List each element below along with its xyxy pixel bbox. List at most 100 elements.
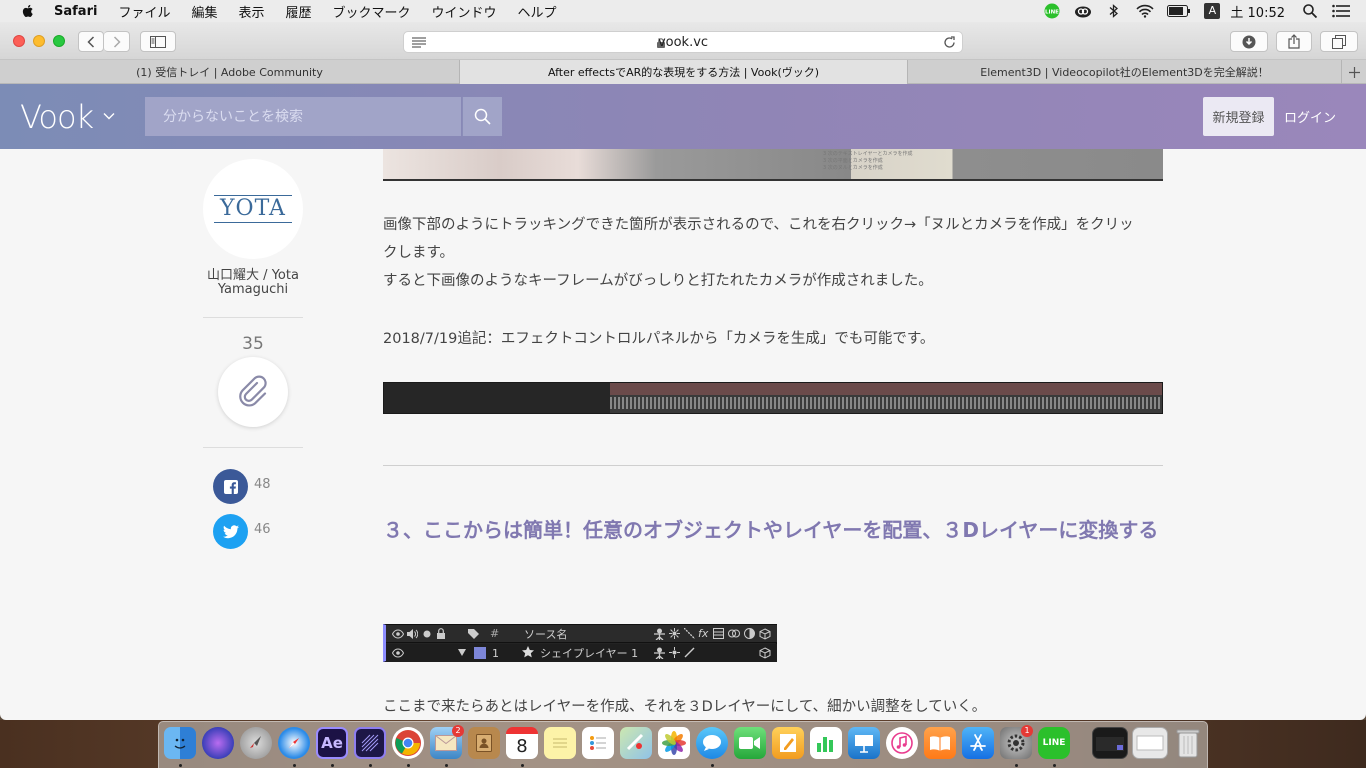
menu-clock[interactable]: 土 10:52 bbox=[1230, 2, 1285, 21]
signup-button[interactable]: 新規登録 bbox=[1203, 97, 1274, 136]
author-avatar[interactable]: YOTA bbox=[203, 159, 303, 259]
collapse-icon[interactable] bbox=[669, 647, 680, 658]
bluetooth-icon[interactable] bbox=[1105, 3, 1123, 19]
launchpad-icon[interactable] bbox=[240, 727, 272, 759]
photos-icon[interactable] bbox=[658, 727, 690, 759]
shy-icon[interactable] bbox=[654, 647, 665, 659]
tabs-overview-button[interactable] bbox=[1320, 31, 1358, 52]
layer-panel-header: # ソース名 fx bbox=[386, 625, 777, 643]
twitter-count: 46 bbox=[254, 522, 271, 537]
image-caption-line: 3 次のヌルとカメラを作成 bbox=[823, 165, 883, 171]
facetime-icon[interactable] bbox=[734, 727, 766, 759]
creative-cloud-icon[interactable] bbox=[1074, 3, 1092, 19]
calendar-icon[interactable]: 8 bbox=[506, 727, 538, 759]
menu-history[interactable]: 履歴 bbox=[285, 2, 311, 21]
running-indicator bbox=[521, 764, 524, 767]
menu-window[interactable]: ウインドウ bbox=[432, 2, 497, 21]
article-paragraph: 画像下部のようにトラッキングできた箇所が表示されるので、これを右クリック→「ヌル… bbox=[383, 211, 1163, 295]
quality-icon bbox=[684, 628, 695, 639]
recent-window-thumbnail[interactable] bbox=[1092, 727, 1128, 759]
safari-icon[interactable] bbox=[278, 727, 310, 759]
clip-button[interactable] bbox=[218, 357, 288, 427]
quality-icon[interactable] bbox=[684, 647, 695, 658]
reload-icon[interactable] bbox=[943, 36, 956, 49]
article-image-layer-panel: # ソース名 fx 1 シェイプレイヤー 1 bbox=[383, 624, 777, 662]
menu-help[interactable]: ヘルプ bbox=[518, 2, 557, 21]
share-button[interactable] bbox=[1276, 31, 1312, 52]
input-source-icon[interactable]: A bbox=[1204, 3, 1221, 19]
chevron-down-icon[interactable] bbox=[103, 112, 115, 120]
contacts-icon[interactable] bbox=[468, 727, 500, 759]
search-input[interactable] bbox=[145, 97, 461, 136]
reminders-icon[interactable] bbox=[582, 727, 614, 759]
facebook-share-button[interactable] bbox=[213, 469, 248, 504]
running-indicator bbox=[407, 764, 410, 767]
pages-icon[interactable] bbox=[772, 727, 804, 759]
search-button[interactable] bbox=[462, 97, 502, 136]
layer-number: 1 bbox=[492, 646, 499, 660]
tab-vook-article[interactable]: After effectsでAR的な表現をする方法 | Vook(ヴック) bbox=[460, 60, 908, 84]
window-zoom-button[interactable] bbox=[53, 35, 65, 47]
timeline-layer-panel bbox=[384, 383, 610, 413]
layer-name[interactable]: シェイプレイヤー 1 bbox=[540, 645, 638, 661]
battery-icon[interactable] bbox=[1167, 3, 1191, 19]
downloads-stack[interactable] bbox=[1132, 727, 1168, 759]
login-link[interactable]: ログイン bbox=[1284, 97, 1336, 136]
back-button[interactable] bbox=[78, 31, 104, 52]
avatar-logo-text: YOTA bbox=[214, 195, 292, 223]
fx-icon: fx bbox=[698, 627, 709, 640]
ibooks-icon[interactable] bbox=[924, 727, 956, 759]
sidebar-toggle-button[interactable] bbox=[140, 31, 176, 52]
line-app-icon[interactable]: LINE bbox=[1038, 727, 1070, 759]
numbers-icon[interactable] bbox=[810, 727, 842, 759]
menu-app-name[interactable]: Safari bbox=[54, 4, 97, 19]
menu-edit[interactable]: 編集 bbox=[191, 2, 217, 21]
new-tab-button[interactable] bbox=[1342, 60, 1366, 84]
frame-blend-icon bbox=[713, 628, 724, 639]
address-bar[interactable]: vook.vc bbox=[403, 31, 963, 53]
notes-icon[interactable] bbox=[544, 727, 576, 759]
chevron-left-icon bbox=[87, 35, 95, 48]
finder-icon[interactable] bbox=[164, 727, 196, 759]
paragraph-line: すると下画像のようなキーフレームがびっしりと打たれたカメラが作成されました。 bbox=[383, 273, 933, 289]
menu-bookmarks[interactable]: ブックマーク bbox=[333, 2, 411, 21]
eye-icon[interactable] bbox=[392, 648, 404, 658]
forward-button[interactable] bbox=[104, 31, 130, 52]
chrome-icon[interactable] bbox=[392, 727, 424, 759]
siri-icon[interactable] bbox=[202, 727, 234, 759]
media-encoder-icon[interactable] bbox=[354, 727, 386, 759]
maps-icon[interactable] bbox=[620, 727, 652, 759]
author-name[interactable]: 山口耀大 / Yota Yamaguchi bbox=[193, 269, 313, 297]
tab-adobe-community[interactable]: (1) 受信トレイ | Adobe Community bbox=[0, 60, 460, 84]
after-effects-icon[interactable]: Ae bbox=[316, 727, 348, 759]
menu-view[interactable]: 表示 bbox=[238, 2, 264, 21]
running-indicator bbox=[445, 764, 448, 767]
vook-logo[interactable]: Vook bbox=[20, 98, 94, 136]
3d-layer-icon[interactable] bbox=[759, 647, 771, 659]
tab-element3d[interactable]: Element3D | Videocopilot社のElement3Dを完全解説… bbox=[908, 60, 1342, 84]
wifi-icon[interactable] bbox=[1136, 3, 1154, 19]
running-indicator bbox=[369, 764, 372, 767]
shy-icon bbox=[654, 628, 665, 640]
window-minimize-button[interactable] bbox=[33, 35, 45, 47]
menu-file[interactable]: ファイル bbox=[118, 2, 170, 21]
keynote-icon[interactable] bbox=[848, 727, 880, 759]
notification-center-icon[interactable] bbox=[1332, 3, 1350, 19]
app-store-icon[interactable] bbox=[962, 727, 994, 759]
browser-toolbar: vook.vc bbox=[0, 22, 1366, 60]
itunes-icon[interactable] bbox=[886, 727, 918, 759]
triangle-down-icon[interactable] bbox=[458, 649, 466, 656]
window-close-button[interactable] bbox=[13, 35, 25, 47]
apple-menu-icon[interactable] bbox=[20, 3, 36, 19]
trash-icon[interactable] bbox=[1172, 727, 1204, 759]
twitter-share-button[interactable] bbox=[213, 514, 248, 549]
spotlight-icon[interactable] bbox=[1301, 3, 1319, 19]
line-icon[interactable]: LINE bbox=[1043, 3, 1061, 19]
layer-row[interactable]: 1 シェイプレイヤー 1 bbox=[386, 644, 777, 662]
downloads-button[interactable] bbox=[1230, 31, 1268, 52]
site-header: Vook 新規登録 ログイン bbox=[0, 84, 1366, 149]
clip-count: 35 bbox=[242, 334, 264, 354]
paperclip-icon bbox=[239, 375, 267, 407]
layer-color-swatch[interactable] bbox=[474, 647, 486, 659]
messages-icon[interactable] bbox=[696, 727, 728, 759]
